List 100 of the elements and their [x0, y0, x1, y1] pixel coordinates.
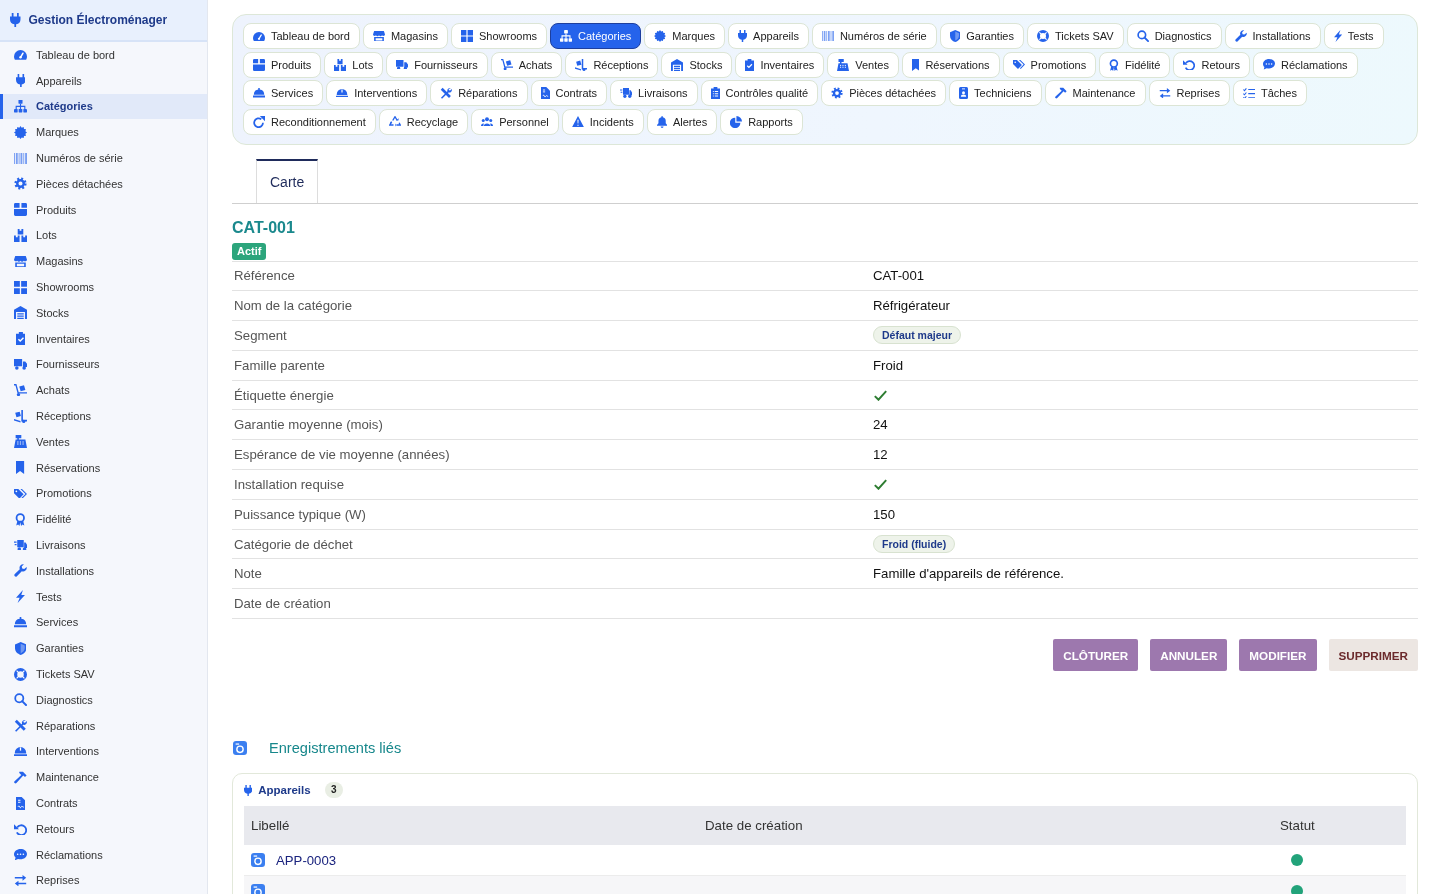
hierarchy-icon [14, 100, 27, 113]
sidebar-item[interactable]: Lots [0, 222, 207, 249]
nav-tab[interactable]: Retours [1173, 51, 1250, 78]
sidebar-item[interactable]: Reprises [0, 867, 207, 894]
swap-arrows-icon [14, 874, 27, 887]
value-badge: Défaut majeur [873, 326, 962, 345]
nav-tab[interactable]: Recyclage [378, 108, 469, 135]
sidebar-item[interactable]: Contrats [0, 790, 207, 816]
sidebar-item[interactable]: Diagnostics [0, 686, 207, 713]
nav-tab[interactable]: Catégories [550, 23, 642, 49]
nav-tab[interactable]: Tâches [1232, 80, 1307, 106]
sidebar-item[interactable]: Numéros de série [0, 145, 207, 171]
search-icon [14, 693, 27, 707]
nav-tab[interactable]: Rapports [720, 108, 803, 135]
search-icon [1136, 30, 1149, 42]
nav-tab[interactable]: Livraisons [610, 80, 698, 106]
nav-tab[interactable]: Tickets SAV [1026, 23, 1124, 49]
sidebar-item[interactable]: Retours [0, 815, 207, 842]
nav-tab[interactable]: Lots [324, 51, 384, 78]
record-link[interactable]: APP-0003 [276, 852, 337, 868]
sidebar-item[interactable]: Fournisseurs [0, 351, 207, 378]
sidebar-item[interactable]: Garanties [0, 635, 207, 662]
sidebar-item[interactable]: Maintenance [0, 764, 207, 791]
nav-tab[interactable]: Magasins [362, 23, 448, 49]
nav-tab[interactable]: Réceptions [565, 51, 659, 78]
tab[interactable]: Carte [256, 158, 319, 203]
sidebar-item[interactable]: Magasins [0, 248, 207, 275]
sidebar-item[interactable]: Stocks [0, 299, 207, 326]
nav-tab[interactable]: Garanties [939, 23, 1024, 49]
nav-tab[interactable]: Interventions [326, 80, 428, 106]
nav-tab[interactable]: Promotions [1002, 51, 1097, 78]
checklist-icon [1242, 87, 1255, 99]
sidebar-item[interactable]: Inventaires [0, 325, 207, 352]
nav-tab[interactable]: Contrôles qualité [700, 80, 819, 106]
sidebar-item[interactable]: Showrooms [0, 274, 207, 300]
tags-icon [1012, 60, 1025, 69]
id-badge-icon [959, 87, 968, 99]
sidebar-item[interactable]: Catégories [0, 93, 207, 120]
truck-icon [14, 359, 27, 370]
sidebar-item[interactable]: Réclamations [0, 841, 207, 868]
shield-icon [949, 30, 961, 42]
sidebar-item[interactable]: Fidélité [0, 506, 207, 533]
nav-tab[interactable]: Produits [243, 51, 322, 78]
nav-tab[interactable]: Showrooms [451, 23, 548, 49]
nav-tab[interactable]: Incidents [561, 108, 644, 135]
sidebar-item[interactable]: Réparations [0, 712, 207, 739]
nav-tab[interactable]: Reconditionnement [243, 108, 376, 135]
sidebar-item[interactable]: Ventes [0, 428, 207, 455]
action-button[interactable]: CLÔTURER [1053, 639, 1139, 672]
nav-tab[interactable]: Fidélité [1099, 51, 1171, 78]
sidebar-item[interactable]: Réceptions [0, 403, 207, 429]
nav-tab[interactable]: Personnel [471, 108, 559, 135]
document-icon [540, 87, 550, 99]
nav-tab[interactable]: Pièces détachées [821, 80, 946, 106]
section-title: Enregistrements liés [269, 740, 402, 757]
sidebar-item[interactable]: Interventions [0, 738, 207, 765]
nav-tab[interactable]: Réparations [430, 80, 528, 106]
nav-tab[interactable]: Inventaires [735, 51, 825, 78]
sidebar-item[interactable]: Tests [0, 583, 207, 610]
sidebar-item[interactable]: Réservations [0, 454, 207, 481]
shield-icon [14, 641, 27, 655]
nav-tab[interactable]: Diagnostics [1126, 23, 1222, 49]
nav-tab[interactable]: Ventes [827, 51, 899, 78]
nav-tab[interactable]: Réclamations [1253, 51, 1358, 78]
nav-tab[interactable]: Services [243, 80, 324, 106]
nav-tab[interactable]: Marques [644, 23, 726, 49]
sidebar-item[interactable]: Installations [0, 557, 207, 584]
nav-tab[interactable]: Numéros de série [811, 23, 937, 49]
nav-tab[interactable]: Fournisseurs [386, 51, 488, 78]
action-button[interactable]: SUPPRIMER [1328, 639, 1418, 672]
nav-tab[interactable]: Alertes [646, 108, 718, 135]
action-button[interactable]: ANNULER [1150, 639, 1228, 672]
action-button[interactable]: MODIFIER [1239, 639, 1317, 672]
nav-tab[interactable]: Reprises [1148, 80, 1230, 106]
sidebar-item[interactable]: Services [0, 609, 207, 636]
nav-tab[interactable]: Installations [1224, 23, 1321, 49]
field-label: Garantie moyenne (mois) [233, 417, 383, 433]
sidebar-item[interactable]: Tableau de bord [0, 42, 207, 68]
nav-tab[interactable]: Maintenance [1044, 80, 1146, 106]
nav-tab[interactable]: Appareils [728, 23, 809, 49]
nav-tab[interactable]: Contrats [530, 80, 608, 106]
nav-tab[interactable]: Stocks [661, 51, 733, 78]
award-icon [15, 512, 26, 526]
sidebar-item[interactable]: Pièces détachées [0, 171, 207, 197]
sidebar-item[interactable]: Appareils [0, 67, 207, 94]
nav-tab[interactable]: Tests [1323, 23, 1384, 49]
sidebar-item[interactable]: Promotions [0, 480, 207, 507]
nav-tab[interactable]: Tableau de bord [243, 23, 360, 49]
sidebar-item[interactable]: Achats [0, 377, 207, 404]
sidebar-item[interactable]: Marques [0, 119, 207, 146]
status-badge: Actif [232, 242, 267, 260]
sidebar-item[interactable]: Produits [0, 196, 207, 223]
nav-tab[interactable]: Techniciens [949, 80, 1042, 106]
nav-tab[interactable]: Achats [490, 51, 563, 78]
sidebar-item[interactable]: Livraisons [0, 532, 207, 558]
nav-tab[interactable]: Réservations [901, 51, 1000, 78]
warehouse-icon [14, 306, 27, 320]
sidebar-item[interactable]: Tickets SAV [0, 661, 207, 687]
store-icon [14, 255, 27, 267]
bolt-icon [1333, 30, 1342, 42]
